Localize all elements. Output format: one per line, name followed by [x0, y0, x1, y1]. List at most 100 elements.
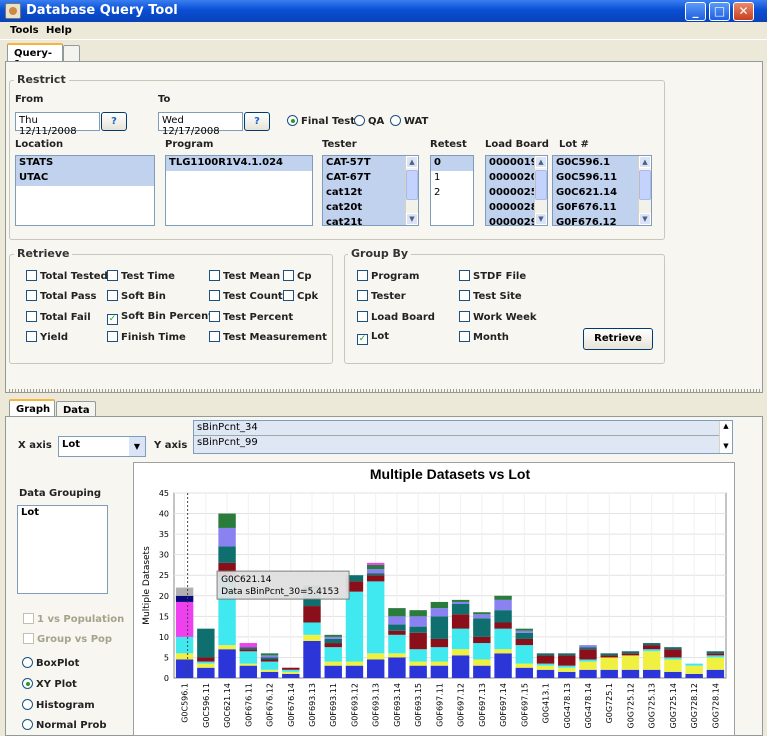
bar-segment[interactable]	[600, 655, 618, 658]
bar-segment[interactable]	[239, 665, 258, 678]
bar-segment[interactable]	[473, 636, 491, 644]
checkbox-group-vs-pop[interactable]: Group vs Pop	[23, 633, 112, 645]
bar-segment[interactable]	[494, 653, 512, 678]
checkbox-lot[interactable]: ✓ Lot	[357, 331, 389, 345]
bar-segment[interactable]	[366, 564, 385, 570]
bar-segment[interactable]	[303, 634, 321, 641]
chart-panel[interactable]: Multiple Datasets vs Lot 0 5 10 15 20 25 30 35 40…	[133, 462, 735, 736]
scroll-thumb[interactable]	[406, 170, 418, 200]
bar-segment[interactable]	[664, 659, 682, 672]
bar-segment[interactable]	[706, 651, 725, 654]
bar-segment[interactable]	[239, 647, 258, 650]
tab-data[interactable]: Data	[56, 401, 96, 417]
title-bar[interactable]: Database Query Tool _ □ ✕	[0, 0, 767, 22]
bar-segment[interactable]	[579, 669, 597, 678]
bar-segment[interactable]	[494, 610, 512, 623]
tab-query-1[interactable]: Query-1	[7, 43, 63, 70]
from-date-field[interactable]: Thu 12/11/2008	[15, 112, 100, 137]
bar-segment[interactable]	[366, 653, 385, 660]
bar-segment[interactable]	[197, 657, 215, 662]
bar-segment[interactable]	[642, 651, 661, 670]
bar-segment[interactable]	[175, 659, 194, 679]
checkbox-cp[interactable]: Cp	[283, 270, 312, 282]
to-date-field[interactable]: Wed 12/17/2008	[158, 112, 243, 137]
list-item[interactable]: 0	[431, 156, 473, 171]
data-grouping-list[interactable]: Lot	[17, 505, 108, 594]
bar-segment[interactable]	[324, 661, 342, 666]
bar-segment[interactable]	[409, 632, 427, 650]
bar-segment[interactable]	[451, 655, 470, 678]
load-board-list[interactable]: 0000019 0000020 0000025 0000028 0000029 ▲ ▼	[485, 155, 548, 226]
bar-segment[interactable]	[515, 638, 534, 646]
bar-segment[interactable]	[430, 638, 449, 648]
retest-list[interactable]: 012	[430, 155, 474, 226]
radio-boxplot[interactable]: BoxPlot	[22, 657, 79, 669]
bar-segment[interactable]	[409, 661, 427, 666]
bar-segment[interactable]	[430, 608, 449, 617]
bar-segment[interactable]	[175, 636, 194, 654]
bar-segment[interactable]	[558, 671, 576, 678]
split-pane-divider[interactable]	[9, 389, 761, 393]
bar-segment[interactable]	[388, 634, 406, 654]
list-scrollbar[interactable]: ▲ ▼	[405, 156, 418, 225]
bar-segment[interactable]	[642, 669, 661, 678]
tester-list[interactable]: CAT-57T CAT-67T cat12t cat20t cat21t ▲ ▼	[322, 155, 419, 226]
bar-segment[interactable]	[324, 638, 342, 644]
checkbox-test-time[interactable]: Test Time	[107, 270, 175, 282]
bar-segment[interactable]	[345, 591, 364, 662]
bar-segment[interactable]	[409, 616, 427, 627]
bar-segment[interactable]	[451, 649, 470, 656]
bar-segment[interactable]	[536, 665, 555, 670]
checkbox-test-measurement[interactable]: Test Measurement	[209, 331, 327, 343]
bar-segment[interactable]	[366, 575, 385, 582]
radio-normal-prob[interactable]: Normal Prob	[22, 719, 107, 731]
list-item[interactable]: TLG1100R1V4.1.024	[166, 156, 312, 171]
bar-segment[interactable]	[558, 667, 576, 672]
bar-segment[interactable]	[260, 669, 279, 672]
bar-segment[interactable]	[239, 649, 258, 652]
list-item[interactable]: Lot	[18, 506, 107, 521]
scroll-down-icon[interactable]: ▼	[535, 213, 547, 225]
bar-segment[interactable]	[451, 601, 470, 604]
list-item[interactable]: cat20t	[323, 201, 418, 216]
y-axis-list-scrollbar[interactable]: ▲ ▼	[719, 421, 732, 453]
bar-segment[interactable]	[430, 665, 449, 678]
checkbox-cpk[interactable]: Cpk	[283, 290, 318, 302]
from-date-picker-button[interactable]: ?	[101, 112, 127, 131]
bar-segment[interactable]	[515, 630, 534, 633]
checkbox-load-board[interactable]: Load Board	[357, 311, 435, 323]
bar-segment[interactable]	[579, 661, 597, 670]
bar-segment[interactable]	[303, 606, 321, 623]
bar-segment[interactable]	[621, 651, 640, 654]
bar-segment[interactable]	[621, 669, 640, 678]
bar-segment[interactable]	[579, 647, 597, 650]
checkbox-yield[interactable]: Yield	[26, 331, 68, 343]
bar-segment[interactable]	[324, 647, 342, 662]
scroll-up-icon[interactable]: ▲	[535, 156, 547, 168]
bar-segment[interactable]	[260, 671, 279, 678]
bar-segment[interactable]	[515, 645, 534, 664]
bar-segment[interactable]	[260, 659, 279, 662]
bar-segment[interactable]	[282, 667, 300, 670]
bar-segment[interactable]	[664, 647, 682, 650]
bar-segment[interactable]	[706, 669, 725, 678]
bar-segment[interactable]	[260, 661, 279, 670]
bar-segment[interactable]	[621, 653, 640, 656]
checkbox-test-site[interactable]: Test Site	[459, 290, 522, 302]
bar-segment[interactable]	[579, 659, 597, 662]
radio-final-test[interactable]: Final Test	[287, 115, 355, 127]
scroll-down-icon[interactable]: ▼	[406, 213, 418, 225]
bar-segment[interactable]	[558, 653, 576, 656]
checkbox-total-tested[interactable]: Total Tested	[26, 270, 108, 282]
bar-segment[interactable]	[664, 657, 682, 660]
bar-segment[interactable]	[685, 665, 703, 674]
bar-segment[interactable]	[451, 599, 470, 602]
bar-segment[interactable]	[303, 641, 321, 678]
bar-segment[interactable]	[218, 513, 236, 528]
bar-segment[interactable]	[494, 628, 512, 650]
checkbox-1-vs-population[interactable]: 1 vs Population	[23, 613, 124, 625]
bar-segment[interactable]	[388, 624, 406, 631]
radio-wat[interactable]: WAT	[390, 115, 428, 127]
minimize-button[interactable]: _	[685, 2, 706, 21]
bar-segment[interactable]	[388, 630, 406, 635]
